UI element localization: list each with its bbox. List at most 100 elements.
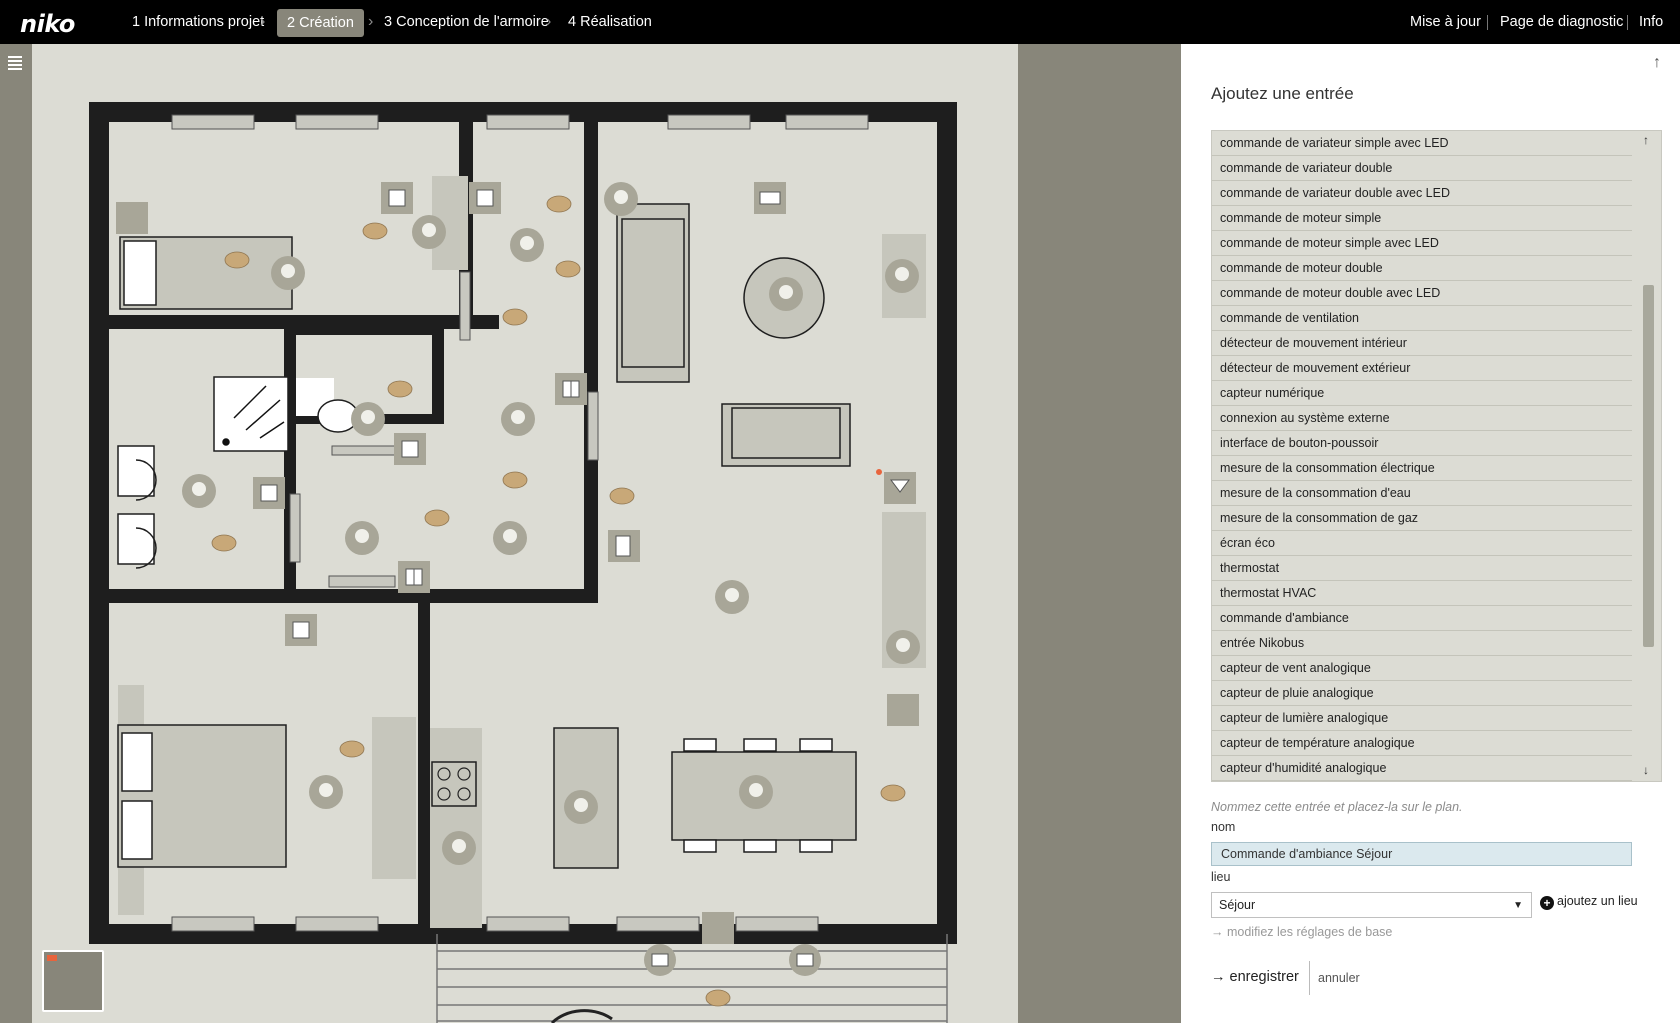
lamp-icon [412,215,446,249]
save-button[interactable]: → enregistrer [1211,969,1299,985]
list-item[interactable]: commande de variateur simple avec LED [1212,131,1632,156]
input-marker-icon [609,487,635,505]
canvas-margin [1018,44,1181,1023]
list-item[interactable]: entrée Nikobus [1212,631,1632,656]
input-marker-icon [362,222,388,240]
add-input-panel: ↑ Ajoutez une entrée commande de variate… [1181,44,1680,1023]
input-marker-icon [339,740,365,758]
step-creation[interactable]: 2 Création [277,9,364,37]
list-item[interactable]: interface de bouton-poussoir [1212,431,1632,456]
input-marker-icon [880,784,906,802]
arrow-up-icon[interactable]: ↑ [1643,133,1649,147]
list-item[interactable]: écran éco [1212,531,1632,556]
arrow-right-icon: → [1211,969,1230,985]
list-menu-icon[interactable] [8,56,22,72]
input-marker-icon [502,471,528,489]
floor-plan[interactable] [32,44,1018,1023]
lamp-icon [182,474,216,508]
step-realisation[interactable]: 4 Réalisation [568,0,652,44]
diagnostic-link[interactable]: Page de diagnostic [1500,0,1623,44]
placement-hint: Nommez cette entrée et placez-la sur le … [1211,800,1463,814]
input-marker-icon [555,260,581,278]
list-item[interactable]: thermostat [1212,556,1632,581]
arrow-up-icon[interactable]: ↑ [1653,54,1661,72]
separator [1627,15,1628,30]
list-scrollbar[interactable]: ↑ ↓ [1634,131,1661,781]
cooktop [431,761,477,807]
pillow-b [121,800,153,860]
panel-title: Ajoutez une entrée [1211,84,1354,103]
arrow-right-icon: → [1211,925,1227,939]
chevron-right-icon: › [368,13,374,30]
lamp-icon [442,831,476,865]
list-item[interactable]: capteur numérique [1212,381,1632,406]
sofa-center-seat [731,407,841,459]
kitchen-counter [430,728,482,928]
floor-plan-canvas[interactable] [32,44,1018,1023]
list-item[interactable]: commande de moteur simple [1212,206,1632,231]
list-item[interactable]: mesure de la consommation de gaz [1212,506,1632,531]
list-item[interactable]: mesure de la consommation d'eau [1212,481,1632,506]
lamp-icon [493,521,527,555]
scrollbar-thumb[interactable] [1643,285,1654,647]
selected-indicator [876,469,882,475]
list-item[interactable]: commande de ventilation [1212,306,1632,331]
caret-down-icon: ▼ [1513,900,1523,911]
base-settings-link[interactable]: → modifiez les réglages de base [1211,925,1392,939]
lamp-icon [309,775,343,809]
list-item[interactable]: détecteur de mouvement intérieur [1212,331,1632,356]
separator [1309,961,1310,995]
list-item[interactable]: capteur d'humidité analogique [1212,756,1632,781]
pillow-a [121,732,153,792]
lamp-icon [604,182,638,216]
plus-circle-icon: + [1540,896,1554,910]
lamp-icon [501,402,535,436]
input-type-list[interactable]: commande de variateur simple avec LED co… [1211,130,1662,782]
list-item[interactable]: connexion au système externe [1212,406,1632,431]
info-link[interactable]: Info [1639,0,1663,44]
lamp-icon [886,630,920,664]
list-item[interactable]: commande de moteur double [1212,256,1632,281]
desk [372,717,416,879]
list-item[interactable]: capteur de lumière analogique [1212,706,1632,731]
minimap-thumbnail[interactable] [42,950,104,1012]
add-location-label: ajoutez un lieu [1557,894,1638,908]
lamp-icon [351,402,385,436]
cancel-button[interactable]: annuler [1318,971,1360,985]
location-select[interactable]: Séjour ▼ [1211,892,1532,918]
step-conception-armoire[interactable]: 3 Conception de l'armoire [384,0,549,44]
lamp-icon [510,228,544,262]
pushbutton-icon [887,694,919,726]
terrace [436,934,948,1023]
list-item[interactable]: mesure de la consommation électrique [1212,456,1632,481]
name-label: nom [1211,820,1236,834]
list-item[interactable]: commande de moteur double avec LED [1212,281,1632,306]
lamp-icon [345,521,379,555]
arrow-down-icon[interactable]: ↓ [1643,763,1649,777]
sink-2 [117,513,155,565]
list-item[interactable]: commande de variateur double avec LED [1212,181,1632,206]
step-informations-projet[interactable]: 1 Informations projet [132,0,264,44]
list-item[interactable]: capteur de température analogique [1212,731,1632,756]
list-item[interactable]: thermostat HVAC [1212,581,1632,606]
list-item[interactable]: détecteur de mouvement extérieur [1212,356,1632,381]
name-field[interactable] [1211,842,1632,866]
list-item[interactable]: capteur de pluie analogique [1212,681,1632,706]
pillow [123,240,157,306]
furniture [117,176,926,928]
list-item[interactable]: commande de moteur simple avec LED [1212,231,1632,256]
input-marker-icon [424,509,450,527]
lamp-icon [715,580,749,614]
location-label: lieu [1211,870,1231,884]
list-item[interactable]: capteur de vent analogique [1212,656,1632,681]
list-item[interactable]: commande de variateur double [1212,156,1632,181]
chevron-right-icon: › [260,13,266,30]
update-link[interactable]: Mise à jour [1410,0,1481,44]
save-label: enregistrer [1229,969,1299,985]
input-marker-icon [211,534,237,552]
list-item[interactable]: commande d'ambiance [1212,606,1632,631]
pushbutton-icon [116,202,148,234]
lamp-icon [739,775,773,809]
input-marker-icon [502,308,528,326]
add-location-button[interactable]: + ajoutez un lieu [1540,894,1638,910]
